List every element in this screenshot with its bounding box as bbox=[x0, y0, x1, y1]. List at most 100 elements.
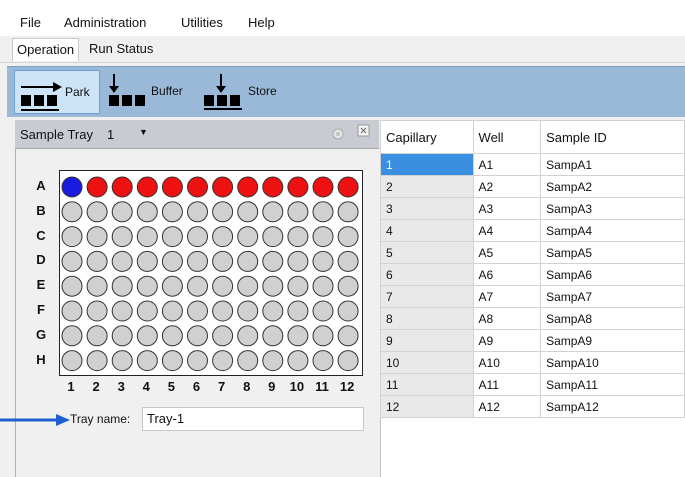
cell-well[interactable]: A2 bbox=[472, 175, 542, 198]
cell-well[interactable]: A8 bbox=[472, 307, 542, 330]
well-C5[interactable] bbox=[161, 226, 183, 248]
chevron-down-icon[interactable]: ▼ bbox=[139, 127, 148, 137]
cell-well[interactable]: A4 bbox=[472, 219, 542, 242]
cell-capillary[interactable]: 3 bbox=[380, 197, 474, 220]
well-C10[interactable] bbox=[287, 226, 309, 248]
well-G12[interactable] bbox=[337, 325, 359, 347]
cell-well[interactable]: A7 bbox=[472, 285, 542, 308]
well-G1[interactable] bbox=[61, 325, 83, 347]
well-B7[interactable] bbox=[212, 201, 234, 223]
cell-well[interactable]: A12 bbox=[472, 395, 542, 418]
cell-well[interactable]: A9 bbox=[472, 329, 542, 352]
well-A6[interactable] bbox=[187, 176, 208, 198]
well-F9[interactable] bbox=[262, 300, 284, 322]
well-C4[interactable] bbox=[136, 226, 158, 248]
well-F6[interactable] bbox=[187, 300, 208, 322]
well-F8[interactable] bbox=[237, 300, 259, 322]
well-D10[interactable] bbox=[287, 250, 309, 272]
well-C3[interactable] bbox=[111, 226, 133, 248]
well-E9[interactable] bbox=[262, 275, 284, 297]
well-E8[interactable] bbox=[237, 275, 259, 297]
cell-sample-id[interactable]: SampA7 bbox=[540, 285, 685, 308]
well-D11[interactable] bbox=[312, 250, 334, 272]
cell-capillary[interactable]: 6 bbox=[380, 263, 474, 286]
well-E6[interactable] bbox=[187, 275, 208, 297]
well-D1[interactable] bbox=[61, 250, 83, 272]
well-A4[interactable] bbox=[136, 176, 158, 198]
table-row[interactable]: 10 A10 SampA10 bbox=[380, 351, 685, 374]
cell-capillary[interactable]: 2 bbox=[380, 175, 474, 198]
cell-well[interactable]: A10 bbox=[472, 351, 542, 374]
cell-well[interactable]: A1 bbox=[472, 153, 542, 176]
tray-name-input[interactable]: Tray-1 bbox=[142, 407, 364, 431]
table-row[interactable]: 4 A4 SampA4 bbox=[380, 219, 685, 242]
cell-capillary[interactable]: 9 bbox=[380, 329, 474, 352]
well-H3[interactable] bbox=[111, 350, 133, 372]
well-H11[interactable] bbox=[312, 350, 334, 372]
well-E4[interactable] bbox=[136, 275, 158, 297]
well-B5[interactable] bbox=[161, 201, 183, 223]
table-row[interactable]: 1 A1 SampA1 bbox=[380, 153, 685, 176]
menu-administration[interactable]: Administration bbox=[64, 15, 146, 30]
well-H8[interactable] bbox=[237, 350, 259, 372]
buffer-button[interactable]: Buffer bbox=[104, 70, 194, 114]
cell-sample-id[interactable]: SampA12 bbox=[540, 395, 685, 418]
well-G8[interactable] bbox=[237, 325, 259, 347]
well-C6[interactable] bbox=[187, 226, 208, 248]
well-D7[interactable] bbox=[212, 250, 234, 272]
cell-sample-id[interactable]: SampA2 bbox=[540, 175, 685, 198]
menu-utilities[interactable]: Utilities bbox=[181, 15, 223, 30]
well-G2[interactable] bbox=[86, 325, 108, 347]
well-C9[interactable] bbox=[262, 226, 284, 248]
cell-capillary[interactable]: 11 bbox=[380, 373, 474, 396]
well-H10[interactable] bbox=[287, 350, 309, 372]
well-C8[interactable] bbox=[237, 226, 259, 248]
well-E5[interactable] bbox=[161, 275, 183, 297]
well-D5[interactable] bbox=[161, 250, 183, 272]
well-A2[interactable] bbox=[86, 176, 108, 198]
well-D2[interactable] bbox=[86, 250, 108, 272]
well-C1[interactable] bbox=[61, 226, 83, 248]
well-A7[interactable] bbox=[212, 176, 234, 198]
well-B4[interactable] bbox=[136, 201, 158, 223]
well-F3[interactable] bbox=[111, 300, 133, 322]
well-B6[interactable] bbox=[187, 201, 208, 223]
well-D3[interactable] bbox=[111, 250, 133, 272]
table-row[interactable]: 6 A6 SampA6 bbox=[380, 263, 685, 286]
well-A3[interactable] bbox=[111, 176, 133, 198]
cell-capillary[interactable]: 7 bbox=[380, 285, 474, 308]
well-H12[interactable] bbox=[337, 350, 359, 372]
cell-capillary[interactable]: 1 bbox=[380, 153, 474, 176]
well-E2[interactable] bbox=[86, 275, 108, 297]
well-A10[interactable] bbox=[287, 176, 309, 198]
well-H9[interactable] bbox=[262, 350, 284, 372]
well-H4[interactable] bbox=[136, 350, 158, 372]
cell-capillary[interactable]: 4 bbox=[380, 219, 474, 242]
well-F12[interactable] bbox=[337, 300, 359, 322]
menu-help[interactable]: Help bbox=[248, 15, 275, 30]
well-B11[interactable] bbox=[312, 201, 334, 223]
wells-grid[interactable] bbox=[60, 171, 362, 375]
well-A1[interactable] bbox=[61, 176, 83, 198]
table-row[interactable]: 9 A9 SampA9 bbox=[380, 329, 685, 352]
table-row[interactable]: 2 A2 SampA2 bbox=[380, 175, 685, 198]
well-H6[interactable] bbox=[187, 350, 208, 372]
well-E12[interactable] bbox=[337, 275, 359, 297]
well-C12[interactable] bbox=[337, 226, 359, 248]
cell-sample-id[interactable]: SampA6 bbox=[540, 263, 685, 286]
well-B3[interactable] bbox=[111, 201, 133, 223]
well-B8[interactable] bbox=[237, 201, 259, 223]
cell-capillary[interactable]: 10 bbox=[380, 351, 474, 374]
well-F5[interactable] bbox=[161, 300, 183, 322]
well-A8[interactable] bbox=[237, 176, 259, 198]
cell-sample-id[interactable]: SampA10 bbox=[540, 351, 685, 374]
well-E10[interactable] bbox=[287, 275, 309, 297]
well-G5[interactable] bbox=[161, 325, 183, 347]
settings-icon[interactable] bbox=[331, 127, 345, 141]
cell-well[interactable]: A3 bbox=[472, 197, 542, 220]
table-row[interactable]: 3 A3 SampA3 bbox=[380, 197, 685, 220]
well-G3[interactable] bbox=[111, 325, 133, 347]
tab-operation[interactable]: Operation bbox=[12, 38, 80, 61]
well-G11[interactable] bbox=[312, 325, 334, 347]
park-button[interactable]: Park bbox=[14, 70, 100, 114]
